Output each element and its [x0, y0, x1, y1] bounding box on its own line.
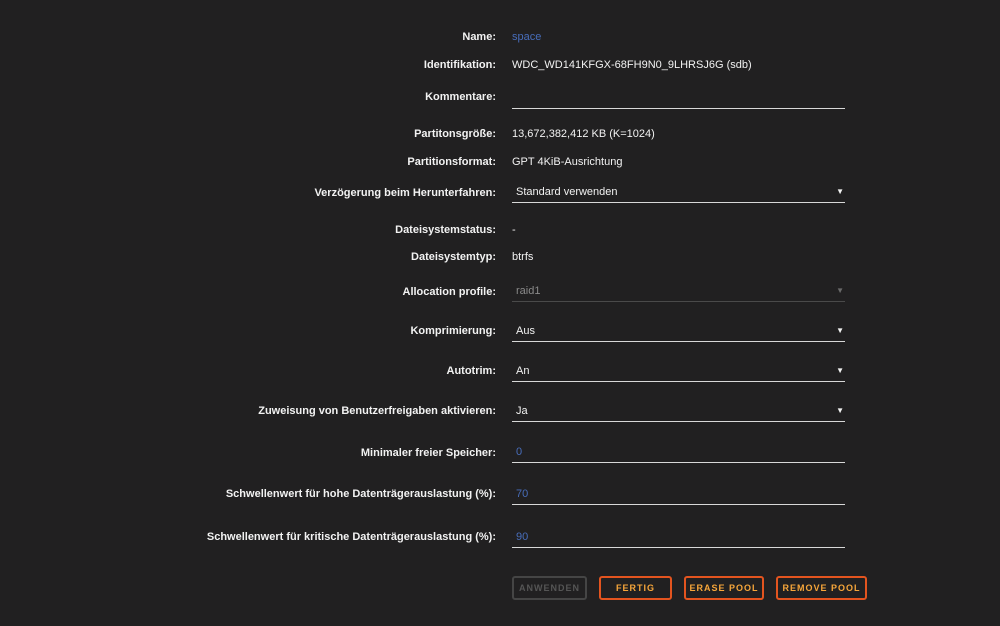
chevron-down-icon: ▼: [836, 187, 844, 196]
partitionsformat-label: Partitionsformat:: [407, 156, 496, 168]
min-speicher-input[interactable]: 0: [512, 443, 845, 463]
verzoegerung-label: Verzögerung beim Herunterfahren:: [314, 187, 496, 199]
dateisystemtyp-value: btrfs: [512, 251, 534, 263]
allocation-value: raid1: [516, 285, 541, 297]
chevron-down-icon: ▼: [836, 366, 844, 375]
min-speicher-label: Minimaler freier Speicher:: [360, 447, 496, 459]
hohe-auslastung-input[interactable]: 70: [512, 485, 845, 505]
autotrim-select[interactable]: An ▼: [512, 362, 845, 382]
komprimierung-label: Komprimierung:: [410, 325, 496, 337]
name-label: Name:: [462, 31, 496, 43]
identifikation-value: WDC_WD141KFGX-68FH9N0_9LHRSJ6G (sdb): [512, 59, 752, 71]
verzoegerung-select[interactable]: Standard verwenden ▼: [512, 183, 845, 203]
remove-pool-button[interactable]: REMOVE POOL: [776, 576, 867, 600]
allocation-select: raid1 ▼: [512, 282, 845, 302]
name-link[interactable]: space: [512, 31, 541, 43]
zuweisung-value: Ja: [516, 405, 528, 417]
erase-pool-button[interactable]: ERASE POOL: [684, 576, 764, 600]
autotrim-value: An: [516, 365, 530, 377]
komprimierung-select[interactable]: Aus ▼: [512, 322, 845, 342]
anwenden-button: ANWENDEN: [512, 576, 587, 600]
chevron-down-icon: ▼: [836, 326, 844, 335]
partitionsgroesse-value: 13,672,382,412 KB (K=1024): [512, 128, 655, 140]
kritische-auslastung-label: Schwellenwert für kritische Datenträgera…: [206, 531, 496, 543]
dateisystemstatus-label: Dateisystemstatus:: [395, 224, 496, 236]
zuweisung-label: Zuweisung von Benutzerfreigaben aktivier…: [258, 405, 496, 417]
min-speicher-value: 0: [516, 446, 523, 458]
hohe-auslastung-label: Schwellenwert für hohe Datenträgerauslas…: [225, 488, 496, 500]
kommentare-label: Kommentare:: [425, 91, 496, 103]
verzoegerung-value: Standard verwenden: [516, 186, 618, 198]
fertig-button[interactable]: FERTIG: [599, 576, 672, 600]
kritische-auslastung-value: 90: [516, 531, 529, 543]
dateisystemtyp-label: Dateisystemtyp:: [411, 251, 496, 263]
identifikation-label: Identifikation:: [423, 59, 496, 71]
kommentare-input[interactable]: [512, 89, 845, 109]
allocation-label: Allocation profile:: [402, 286, 497, 298]
chevron-down-icon: ▼: [836, 286, 844, 295]
autotrim-label: Autotrim:: [446, 365, 497, 377]
hohe-auslastung-value: 70: [516, 488, 529, 500]
partitionsgroesse-label: Partitonsgröße:: [414, 128, 496, 140]
chevron-down-icon: ▼: [836, 406, 844, 415]
kritische-auslastung-input[interactable]: 90: [512, 528, 845, 548]
partitionsformat-value: GPT 4KiB-Ausrichtung: [512, 156, 623, 168]
dateisystemstatus-value: -: [512, 224, 516, 236]
komprimierung-value: Aus: [516, 325, 535, 337]
zuweisung-select[interactable]: Ja ▼: [512, 402, 845, 422]
